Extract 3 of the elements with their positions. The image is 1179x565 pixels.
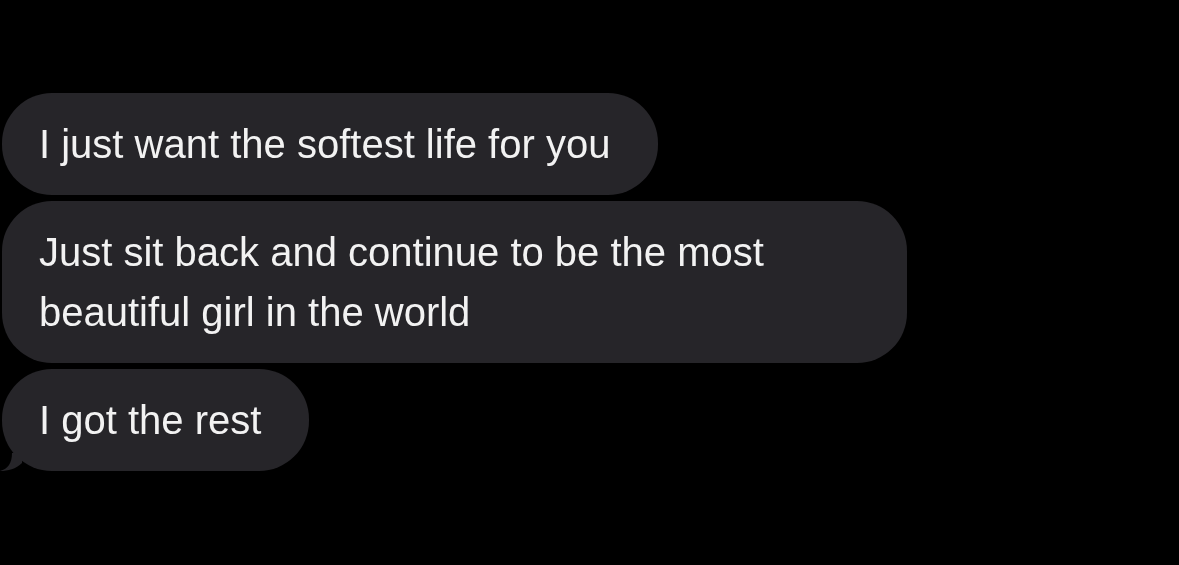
message-bubble: I just want the softest life for you bbox=[2, 93, 659, 195]
message-bubble: I got the rest bbox=[2, 369, 310, 471]
message-bubble: Just sit back and continue to be the most beautiful girl in the world bbox=[2, 201, 907, 363]
